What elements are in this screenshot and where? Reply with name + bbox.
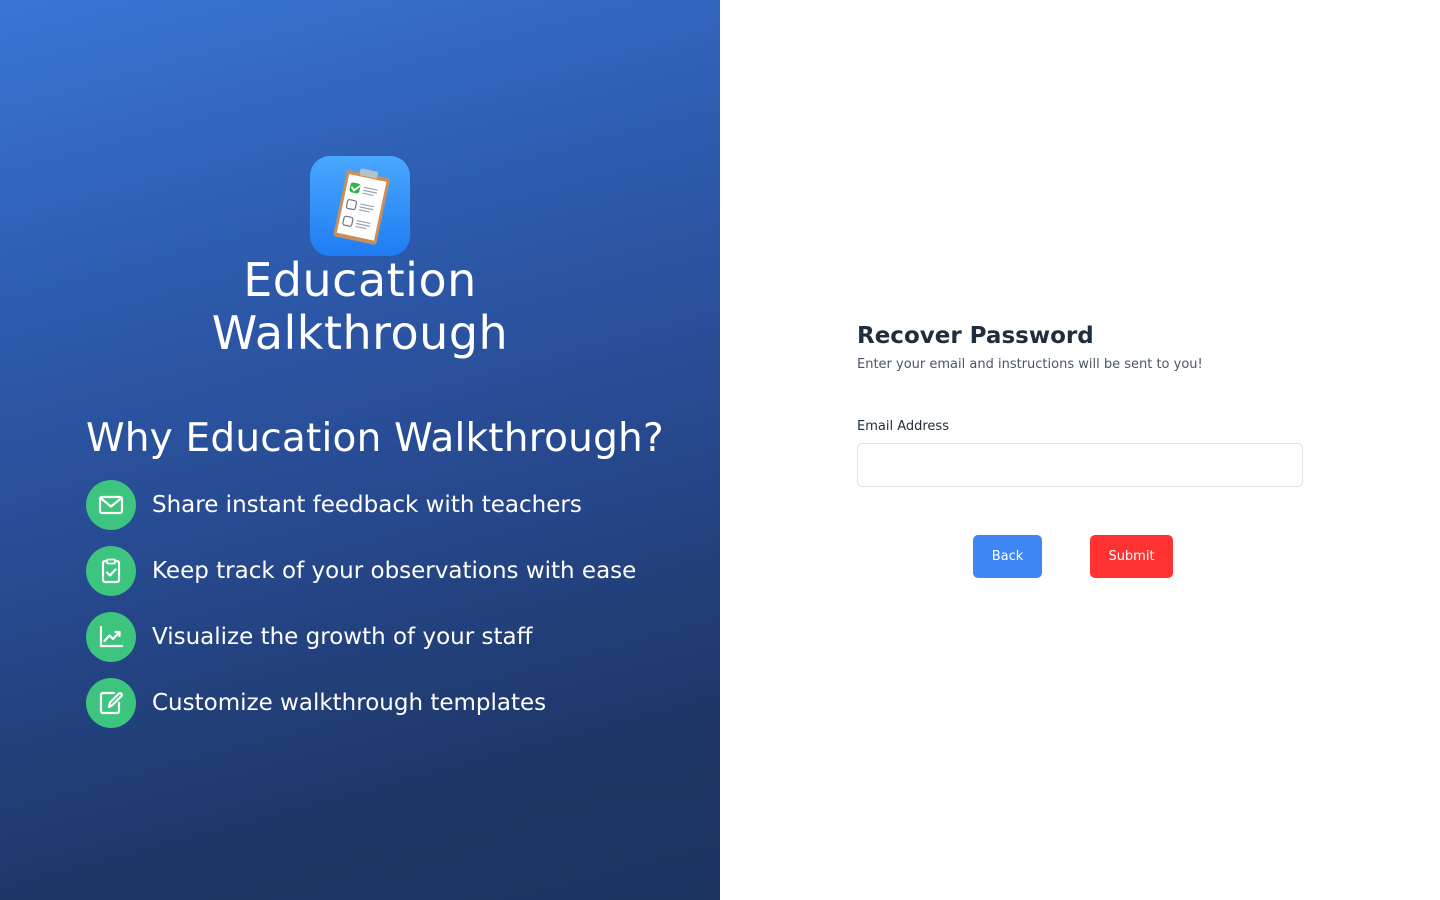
- back-button[interactable]: Back: [973, 535, 1042, 578]
- submit-button[interactable]: Submit: [1090, 535, 1173, 578]
- line-chart-icon: [86, 612, 136, 662]
- email-field[interactable]: [857, 443, 1303, 487]
- why-heading: Why Education Walkthrough?: [86, 416, 664, 461]
- form-title: Recover Password: [857, 323, 1094, 349]
- clipboard-check-icon: [86, 546, 136, 596]
- form-subtitle: Enter your email and instructions will b…: [857, 357, 1203, 372]
- feature-text: Keep track of your observations with eas…: [152, 558, 637, 584]
- recover-password-panel: Recover Password Enter your email and in…: [720, 0, 1440, 900]
- brand-panel: Education Walkthrough Why Education Walk…: [0, 0, 720, 900]
- recover-password-page: Education Walkthrough Why Education Walk…: [0, 0, 1440, 900]
- feature-item-growth: Visualize the growth of your staff: [86, 612, 706, 662]
- feature-item-templates: Customize walkthrough templates: [86, 678, 706, 728]
- clipboard-checklist-icon: [310, 156, 410, 256]
- brand-title-line1: Education: [243, 253, 477, 307]
- feature-text: Customize walkthrough templates: [152, 690, 547, 716]
- feature-text: Visualize the growth of your staff: [152, 624, 533, 650]
- envelope-icon: [86, 480, 136, 530]
- feature-list: Share instant feedback with teachers Kee…: [86, 480, 706, 744]
- brand-title: Education Walkthrough: [120, 254, 600, 360]
- feature-item-observations: Keep track of your observations with eas…: [86, 546, 706, 596]
- email-label: Email Address: [857, 419, 949, 434]
- feature-item-feedback: Share instant feedback with teachers: [86, 480, 706, 530]
- edit-document-icon: [86, 678, 136, 728]
- feature-text: Share instant feedback with teachers: [152, 492, 582, 518]
- brand-title-line2: Walkthrough: [211, 306, 509, 360]
